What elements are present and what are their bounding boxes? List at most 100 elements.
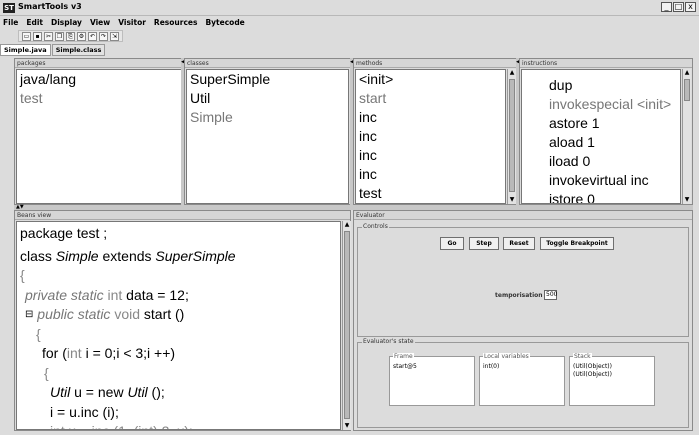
- toggle-breakpoint-button[interactable]: Toggle Breakpoint: [540, 237, 614, 250]
- method-item[interactable]: test: [356, 184, 505, 203]
- code-line: class Simple extends SuperSimple: [20, 247, 340, 267]
- package-item[interactable]: java/lang: [17, 70, 182, 89]
- step-button[interactable]: Step: [469, 237, 499, 250]
- scroll-up-icon[interactable]: ▲: [508, 69, 516, 77]
- reset-button[interactable]: Reset: [503, 237, 535, 250]
- instruction-item[interactable]: invokevirtual inc: [546, 171, 680, 190]
- undo-icon[interactable]: ↶: [88, 32, 97, 41]
- evaluator-state-label: Evaluator's state: [362, 338, 415, 345]
- window-title: SmartTools v3: [18, 2, 82, 11]
- menu-display[interactable]: Display: [51, 16, 82, 29]
- method-item[interactable]: inc: [356, 127, 505, 146]
- beans-view-header: Beans view: [15, 211, 350, 220]
- go-button[interactable]: Go: [440, 237, 464, 250]
- local-variables-title: Local variables: [483, 353, 530, 360]
- copy-icon[interactable]: ❐: [55, 32, 64, 41]
- code-line: for (int i = 0;i < 3;i ++): [20, 344, 340, 364]
- menu-file[interactable]: File: [3, 16, 18, 29]
- stack-title: Stack: [573, 353, 592, 360]
- class-name: SuperSimple: [155, 247, 236, 264]
- classes-list: SuperSimple Util Simple: [186, 69, 349, 204]
- instruction-item[interactable]: invokespecial <init>: [546, 95, 680, 114]
- local-variables-box: Local variables int(0): [479, 353, 565, 406]
- scroll-thumb[interactable]: [509, 79, 515, 192]
- controls-group: Controls Go Step Reset Toggle Breakpoint…: [357, 223, 689, 337]
- method-item[interactable]: inc: [356, 108, 505, 127]
- code-line: {: [44, 364, 49, 381]
- beans-view-scrollbar[interactable]: ▲ ▼: [342, 221, 351, 430]
- minimize-button[interactable]: _: [661, 2, 672, 12]
- scroll-thumb[interactable]: [344, 231, 350, 419]
- menu-visitor[interactable]: Visitor: [118, 16, 146, 29]
- export-icon[interactable]: ⇲: [110, 32, 119, 41]
- type-name: Util: [127, 384, 148, 400]
- stack-box: Stack (Util(Object)) (Util(Object)): [569, 353, 655, 406]
- stack-entry[interactable]: (Util(Object)): [570, 371, 654, 379]
- collapse-toggle-icon[interactable]: ⊟: [25, 309, 33, 320]
- instruction-item[interactable]: istore 0: [546, 190, 680, 203]
- method-item[interactable]: <init>: [356, 70, 505, 89]
- window-controls: _ □ x: [661, 2, 696, 12]
- class-item[interactable]: SuperSimple: [187, 70, 348, 89]
- code-editor[interactable]: package test ; class Simple extends Supe…: [16, 221, 341, 430]
- menu-view[interactable]: View: [90, 16, 110, 29]
- instructions-list: dup invokespecial <init> astore 1 aload …: [521, 69, 681, 204]
- code-line: private static int data = 12;: [20, 286, 340, 306]
- cut-icon[interactable]: ✂: [44, 32, 53, 41]
- instructions-header: instructions: [520, 59, 692, 68]
- open-icon[interactable]: ▭: [22, 32, 31, 41]
- method-item[interactable]: start: [356, 89, 505, 108]
- instruction-item[interactable]: astore 1: [546, 114, 680, 133]
- instructions-scrollbar[interactable]: ▲ ▼: [682, 69, 691, 204]
- type-name: void: [114, 306, 141, 322]
- scroll-thumb[interactable]: [684, 79, 690, 101]
- code-text: u = new: [70, 384, 128, 400]
- keyword: class: [20, 247, 56, 264]
- title-bar: ST SmartTools v3 _ □ x: [0, 0, 699, 16]
- code-text: start (): [140, 306, 185, 322]
- scroll-up-icon[interactable]: ▲: [343, 221, 351, 229]
- menu-bytecode[interactable]: Bytecode: [205, 16, 244, 29]
- save-icon[interactable]: ▪: [33, 32, 42, 41]
- redo-icon[interactable]: ↷: [99, 32, 108, 41]
- tab-simple-java[interactable]: Simple.java: [0, 44, 51, 56]
- temporisation-input[interactable]: 500: [544, 290, 557, 300]
- instruction-item[interactable]: dup: [546, 76, 680, 95]
- temporisation-label: temporisation :: [495, 292, 548, 299]
- instruction-item[interactable]: iload 0: [546, 152, 680, 171]
- local-variable-entry[interactable]: int(0): [480, 363, 564, 371]
- close-button[interactable]: x: [685, 2, 696, 12]
- modifier: private static: [25, 286, 108, 303]
- instructions-panel: instructions dup invokespecial <init> as…: [519, 58, 693, 205]
- package-item[interactable]: test: [17, 89, 182, 108]
- code-line: int x = inc (1, (int) 2, x);: [20, 422, 340, 429]
- scroll-down-icon[interactable]: ▼: [683, 196, 691, 204]
- method-item[interactable]: inc: [356, 165, 505, 184]
- settings-icon[interactable]: ⚙: [77, 32, 86, 41]
- scroll-down-icon[interactable]: ▼: [343, 422, 351, 430]
- method-item[interactable]: inc: [356, 146, 505, 165]
- class-item[interactable]: Util: [187, 89, 348, 108]
- type-name: int: [66, 345, 82, 361]
- code-line: {: [20, 267, 25, 283]
- code-text: ();: [147, 384, 165, 400]
- class-item[interactable]: Simple: [187, 108, 348, 127]
- paste-icon[interactable]: ⎘: [66, 32, 75, 41]
- maximize-button[interactable]: □: [673, 2, 684, 12]
- methods-list: <init> start inc inc inc inc test: [355, 69, 506, 204]
- frame-entry[interactable]: start@5: [390, 363, 474, 371]
- scroll-down-icon[interactable]: ▼: [508, 196, 516, 204]
- beans-view-panel: Beans view package test ; class Simple e…: [14, 210, 351, 431]
- methods-panel: methods <init> start inc inc inc inc tes…: [353, 58, 518, 205]
- code-line: Util u = new Util ();: [20, 383, 340, 403]
- instruction-item[interactable]: aload 1: [546, 133, 680, 152]
- menu-edit[interactable]: Edit: [26, 16, 43, 29]
- file-tabs: Simple.java Simple.class: [0, 44, 106, 56]
- scroll-up-icon[interactable]: ▲: [683, 69, 691, 77]
- methods-scrollbar[interactable]: ▲ ▼: [507, 69, 516, 204]
- code-text: data = 12;: [122, 286, 189, 303]
- keyword: extends: [98, 247, 156, 264]
- tab-simple-class[interactable]: Simple.class: [51, 44, 106, 56]
- stack-entry[interactable]: (Util(Object)): [570, 363, 654, 371]
- menu-resources[interactable]: Resources: [154, 16, 198, 29]
